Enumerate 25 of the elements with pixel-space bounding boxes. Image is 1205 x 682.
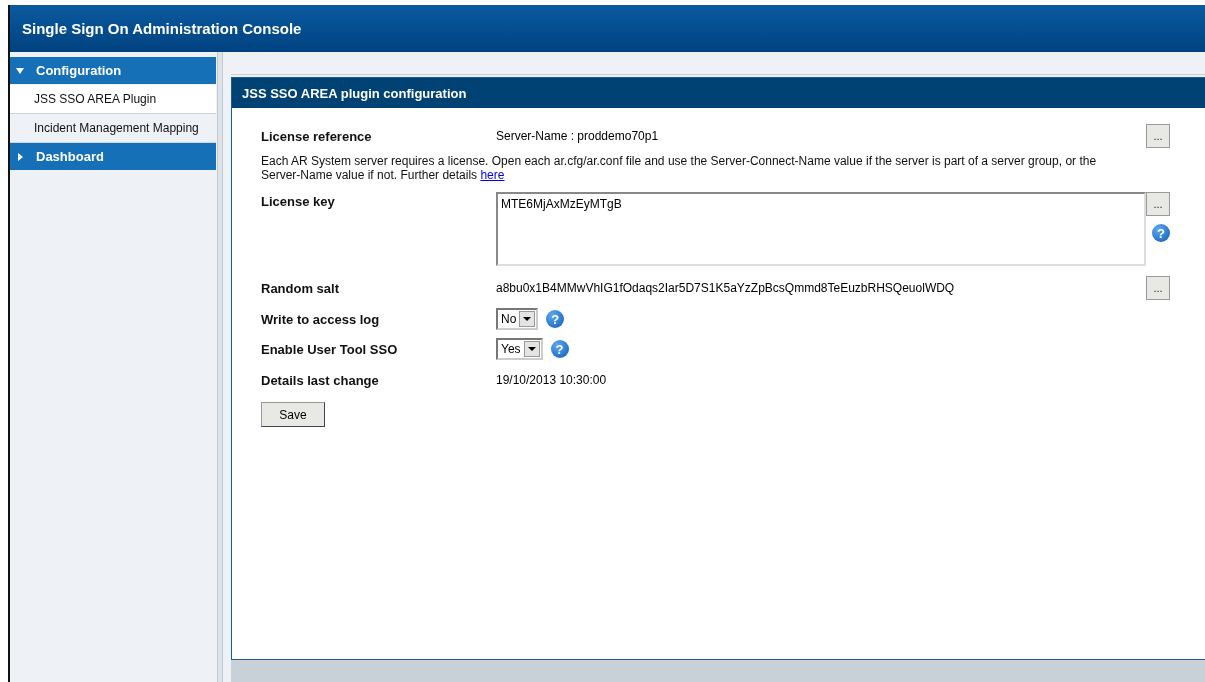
field-value: a8bu0x1B4MMwVhIG1fOdaqs2Iar5D7S1K5aYzZpBcsQmmd8TeEuzbRHSQeuolWDQ xyxy=(496,281,955,295)
expanded-arrow-icon xyxy=(16,67,24,74)
field-label: Random salt xyxy=(261,280,340,296)
browse-button[interactable]: ... xyxy=(1146,276,1170,300)
browse-button[interactable]: ... xyxy=(1146,192,1170,216)
details-link[interactable]: here xyxy=(480,168,505,182)
browse-button[interactable]: ... xyxy=(1146,124,1170,148)
field-value: Server-Name : proddemo70p1 xyxy=(496,129,659,143)
description-text: Each AR System server requires a license. Open each ar.cfg/ar.conf file and use the Server-Connect-Name value if the server is part of a server group, or the Server-Name value if not. Further details here xyxy=(261,154,1098,182)
sidebar-section[interactable]: Dashboard xyxy=(10,143,217,170)
field-label: Details last change xyxy=(261,372,380,388)
field-label: License key xyxy=(261,193,336,209)
field-label: License reference xyxy=(261,128,373,144)
field-label: Write to access log xyxy=(261,311,381,327)
save-button[interactable]: Save xyxy=(261,402,325,427)
panel-title: JSS SSO AREA plugin configuration xyxy=(242,85,467,101)
field-value: 19/10/2013 10:30:00 xyxy=(496,373,607,387)
field-label: Enable User Tool SSO xyxy=(261,341,399,357)
sidebar-section[interactable]: Configuration xyxy=(10,57,217,84)
sidebar-item[interactable]: JSS SSO AREA Plugin xyxy=(10,85,217,114)
license-key-field[interactable]: MTE6MjAxMzEyMTgB xyxy=(496,192,1146,266)
dropdown[interactable]: No xyxy=(496,308,539,330)
collapsed-arrow-icon xyxy=(18,152,23,161)
window-title: Single Sign On Administration Console xyxy=(22,20,302,37)
dropdown[interactable]: Yes xyxy=(496,338,543,360)
